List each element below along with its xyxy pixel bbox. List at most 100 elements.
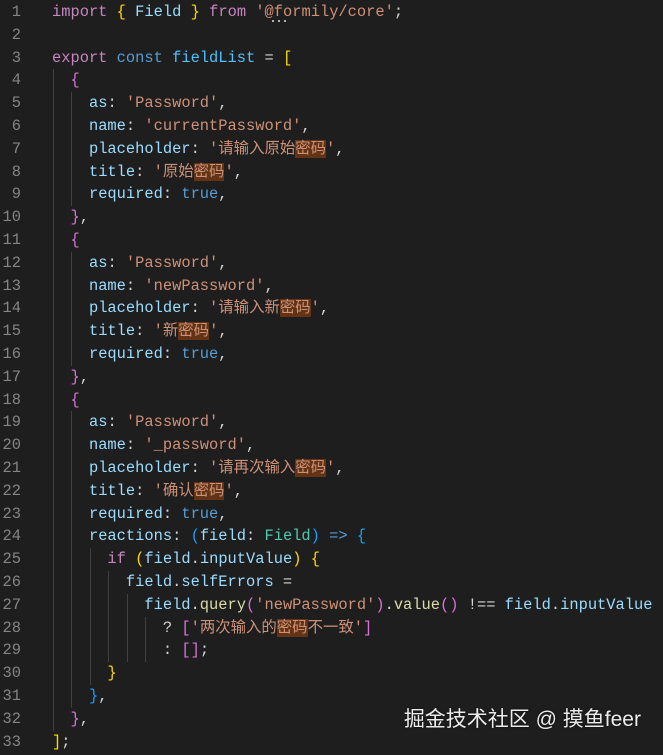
code-token[interactable]: reactions (89, 527, 172, 545)
code-token[interactable]: , (80, 208, 89, 226)
code-token[interactable]: : (163, 505, 181, 523)
code-editor[interactable]: 1 2 3 4 5 6 7 8 9 10 11 12 13 14 15 16 17 18 19 20 21 22 23 24 2… (0, 0, 663, 755)
code-token[interactable] (52, 208, 70, 226)
code-line[interactable]: as: 'Password', (52, 411, 228, 434)
code-line[interactable]: import { Field } from '@formily/core'; (52, 1, 403, 24)
code-line[interactable]: { (52, 69, 79, 92)
code-token[interactable]: ( (191, 527, 200, 545)
code-token[interactable]: true (181, 505, 218, 523)
code-token[interactable] (52, 641, 163, 659)
code-token[interactable] (52, 231, 70, 249)
code-line[interactable]: }, (52, 366, 89, 389)
code-token[interactable]: ' (326, 459, 335, 477)
code-token[interactable]: : (163, 185, 181, 203)
code-token[interactable]: : (107, 94, 125, 112)
code-line[interactable]: placeholder: '请输入原始密码', (52, 138, 345, 161)
code-token[interactable]: 'Password' (126, 94, 218, 112)
code-line[interactable]: title: '新密码', (52, 320, 228, 343)
code-token[interactable] (52, 254, 89, 272)
code-token[interactable]: '请再次输入 (209, 459, 295, 477)
code-line[interactable]: if (field.inputValue) { (52, 548, 320, 571)
code-token[interactable]: const (117, 49, 163, 67)
code-token[interactable]: , (98, 687, 107, 705)
code-token[interactable] (52, 140, 89, 158)
search-match-highlight[interactable]: 密码 (279, 299, 311, 318)
code-token[interactable] (126, 3, 135, 21)
code-token[interactable]: , (218, 345, 227, 363)
code-line[interactable]: name: '_password', (52, 434, 255, 457)
code-token[interactable]: inputValue (200, 550, 292, 568)
code-token[interactable] (52, 299, 89, 317)
code-token[interactable]: ; (200, 641, 209, 659)
code-token[interactable]: . (385, 596, 394, 614)
code-token[interactable]: as (89, 413, 107, 431)
code-token[interactable]: , (335, 459, 344, 477)
code-token[interactable]: , (320, 299, 329, 317)
code-token[interactable]: , (246, 436, 255, 454)
search-match-highlight[interactable]: 密码 (295, 459, 327, 477)
code-token[interactable]: 'Password' (126, 254, 218, 272)
search-match-highlight[interactable]: 密码 (193, 162, 225, 181)
code-line[interactable]: placeholder: '请再次输入密码', (52, 457, 345, 480)
code-token[interactable]: , (80, 710, 89, 728)
code-line[interactable]: placeholder: '请输入新密码', (52, 297, 329, 320)
code-token[interactable]: required (89, 345, 163, 363)
code-token[interactable]: export (52, 49, 107, 67)
code-token[interactable]: '@formily/core' (255, 3, 394, 21)
code-token[interactable]: selfErrors (181, 573, 273, 591)
code-token[interactable]: ' (311, 299, 320, 317)
code-token[interactable] (320, 527, 329, 545)
code-token[interactable]: Field (264, 527, 310, 545)
code-token[interactable]: , (218, 185, 227, 203)
code-token[interactable] (52, 619, 163, 637)
code-token[interactable]: name (89, 277, 126, 295)
code-token[interactable]: as (89, 254, 107, 272)
code-token[interactable] (200, 3, 209, 21)
code-token[interactable]: : (126, 436, 144, 454)
code-token[interactable]: { (70, 231, 79, 249)
code-token[interactable]: '原始 (154, 163, 194, 181)
code-token[interactable]: '请输入原始 (209, 140, 295, 158)
code-line[interactable]: reactions: (field: Field) => { (52, 525, 366, 548)
code-token[interactable]: , (264, 277, 273, 295)
code-token[interactable]: . (551, 596, 560, 614)
code-token[interactable] (52, 185, 89, 203)
code-token[interactable]: fieldList (172, 49, 255, 67)
code-token[interactable]: import (52, 3, 107, 21)
code-token[interactable]: as (89, 94, 107, 112)
code-token[interactable] (52, 482, 89, 500)
code-token[interactable] (107, 3, 116, 21)
code-token[interactable] (52, 117, 89, 135)
code-token[interactable]: : (191, 140, 209, 158)
code-line[interactable]: }, (52, 708, 89, 731)
code-token[interactable] (163, 49, 172, 67)
code-token[interactable]: ; (394, 3, 403, 21)
code-token[interactable]: : (126, 117, 144, 135)
code-line[interactable]: ]; (52, 731, 71, 754)
code-line[interactable]: : []; (52, 639, 209, 662)
code-line[interactable]: required: true, (52, 183, 228, 206)
code-token[interactable]: } (191, 3, 200, 21)
code-token[interactable]: : (246, 527, 264, 545)
code-token[interactable]: ? (163, 619, 181, 637)
code-token[interactable]: if (107, 550, 125, 568)
code-token[interactable]: title (89, 322, 135, 340)
code-token[interactable]: '_password' (144, 436, 246, 454)
code-token[interactable]: . (191, 596, 200, 614)
code-token[interactable]: '请输入新 (209, 299, 280, 317)
code-token[interactable]: placeholder (89, 140, 191, 158)
code-token[interactable]: : (172, 527, 190, 545)
code-token[interactable]: { (117, 3, 126, 21)
code-token[interactable]: title (89, 482, 135, 500)
code-token[interactable]: : (163, 345, 181, 363)
code-token[interactable] (52, 527, 89, 545)
code-token[interactable]: field (200, 527, 246, 545)
code-token[interactable]: : (126, 277, 144, 295)
code-token[interactable] (52, 710, 70, 728)
code-token[interactable]: ' (224, 482, 233, 500)
code-token[interactable]: , (335, 140, 344, 158)
code-token[interactable] (107, 49, 116, 67)
code-line[interactable]: field.selfErrors = (52, 571, 292, 594)
code-token[interactable] (52, 573, 126, 591)
code-token[interactable]: , (234, 482, 243, 500)
